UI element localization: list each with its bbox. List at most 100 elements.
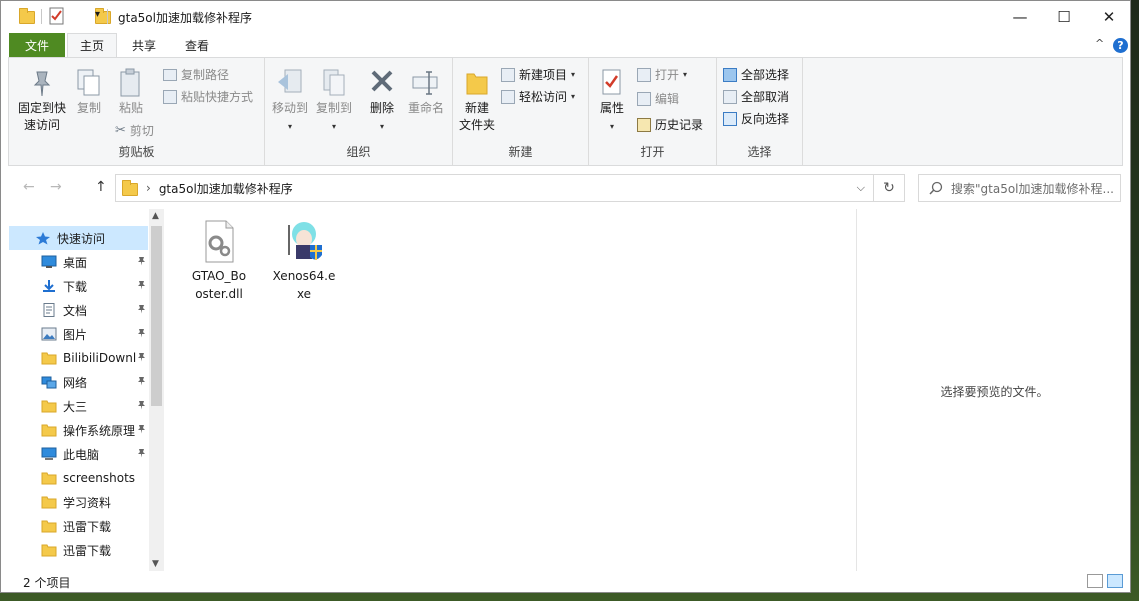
nav-item[interactable]: 学习资料 (9, 490, 148, 514)
select-none-button[interactable]: 全部取消 (723, 88, 789, 105)
collapse-ribbon-icon[interactable]: ^ (1095, 37, 1104, 50)
history-icon (637, 117, 651, 132)
pin-icon[interactable] (137, 352, 146, 365)
pin-icon[interactable] (137, 424, 146, 437)
nav-item[interactable]: 大三 (9, 394, 148, 418)
search-box[interactable]: 搜索"gta5ol加速加载修补程... (918, 174, 1121, 202)
delete-label: 删除 (369, 101, 394, 115)
edit-button[interactable]: 编辑 (637, 90, 679, 107)
nav-item[interactable]: 桌面 (9, 250, 148, 274)
path-separator: › (146, 181, 151, 195)
pin-to-quick-access-button[interactable]: 固定到快 速访问 (13, 68, 71, 134)
nav-item[interactable]: 迅雷下载 (9, 538, 148, 562)
nav-item[interactable]: 网络 (9, 370, 148, 394)
address-path[interactable]: gta5ol加速加载修补程序 (159, 180, 293, 197)
folder-icon (41, 519, 57, 533)
search-icon (929, 181, 943, 195)
nav-item-quick-access[interactable]: 快速访问 (9, 226, 148, 250)
search-placeholder[interactable]: 搜索"gta5ol加速加载修补程... (951, 180, 1114, 197)
address-bar[interactable]: › gta5ol加速加载修补程序 ⌵ (115, 174, 874, 202)
nav-item-label: 下载 (63, 279, 88, 294)
tab-share[interactable]: 共享 (120, 33, 168, 57)
nav-item[interactable]: 迅雷下载 (9, 514, 148, 538)
navigation-pane: 快速访问桌面下载文档 图片 BilibiliDownl 网络大三操作系统原理 此电脑 sc… (1, 209, 165, 571)
pin-icon[interactable] (137, 304, 146, 317)
scroll-down-icon[interactable]: ▼ (152, 559, 159, 569)
new-folder-button[interactable]: 新建 文件夹 (455, 68, 499, 134)
file-name-line2: oster.dll (195, 287, 243, 301)
open-icon (637, 67, 651, 82)
folder-icon (122, 180, 138, 196)
refresh-button[interactable]: ↻ (874, 174, 905, 202)
copy-path-button[interactable]: 复制路径 (163, 66, 229, 83)
rename-icon (412, 71, 438, 95)
tab-file[interactable]: 文件 (9, 33, 65, 57)
nav-item[interactable]: screenshots (9, 466, 148, 490)
cut-button[interactable]: ✂ 剪切 (115, 122, 154, 139)
file-item-dll[interactable]: GTAO_Bo oster.dll (182, 219, 256, 303)
large-icons-view-button[interactable] (1107, 574, 1123, 588)
invert-selection-label: 反向选择 (741, 112, 790, 126)
properties-quick-icon[interactable] (49, 7, 65, 28)
address-dropdown-icon[interactable]: ⌵ (857, 181, 865, 195)
pin-icon[interactable] (137, 256, 146, 269)
open-button[interactable]: 打开 ▾ (637, 66, 687, 83)
copy-to-button[interactable]: 复制到 ▾ (313, 68, 355, 135)
nav-item-label: 桌面 (63, 255, 88, 270)
nav-item[interactable]: 此电脑 (9, 442, 148, 466)
pin-icon[interactable] (137, 400, 146, 413)
scrollbar-thumb[interactable] (151, 226, 162, 406)
minimize-button[interactable]: — (997, 1, 1043, 32)
new-item-button[interactable]: 新建项目 ▾ (501, 66, 575, 83)
rename-button[interactable]: 重命名 (403, 68, 449, 117)
nav-item[interactable]: 文档 (9, 298, 148, 322)
delete-button[interactable]: 删除 ▾ (365, 68, 399, 135)
forward-button[interactable]: → (50, 179, 62, 195)
pin-icon[interactable] (137, 376, 146, 389)
nav-item[interactable]: 操作系统原理 (9, 418, 148, 442)
tab-view[interactable]: 查看 (173, 33, 221, 57)
new-folder-label-line1: 新建 (464, 101, 489, 115)
easy-access-label: 轻松访问 (519, 90, 568, 104)
maximize-button[interactable]: ☐ (1041, 1, 1087, 32)
paste-shortcut-button[interactable]: 粘贴快捷方式 (163, 88, 253, 105)
select-all-button[interactable]: 全部选择 (723, 66, 789, 83)
pin-icon[interactable] (137, 280, 146, 293)
scroll-up-icon[interactable]: ▲ (152, 211, 159, 221)
organize-group: 移动到 ▾ 复制到 ▾ 删除 ▾ 重命名 组织 (265, 58, 453, 165)
file-item-exe[interactable]: Xenos64.e xe (267, 219, 341, 303)
copy-button[interactable]: 复制 (71, 68, 107, 117)
tab-home[interactable]: 主页 (67, 33, 117, 57)
history-button[interactable]: 历史记录 (637, 116, 703, 133)
new-folder-label-line2: 文件夹 (458, 118, 495, 132)
file-name-line1: GTAO_Bo (191, 269, 247, 283)
close-button[interactable]: ✕ (1086, 1, 1130, 32)
pin-icon[interactable] (137, 328, 146, 341)
nav-item[interactable]: 图片 (9, 322, 148, 346)
customize-quick-access-icon[interactable]: ▾ (95, 9, 100, 20)
folder-icon (41, 423, 57, 437)
pin-icon[interactable] (137, 448, 146, 461)
folder-icon (41, 495, 57, 509)
help-icon[interactable]: ? (1113, 38, 1128, 53)
properties-button[interactable]: 属性 ▾ (591, 68, 633, 135)
chevron-down-icon: ▾ (683, 70, 688, 79)
nav-scrollbar[interactable]: ▲ ▼ (149, 209, 164, 571)
preview-pane: 选择要预览的文件。 (856, 209, 1130, 571)
invert-selection-button[interactable]: 反向选择 (723, 110, 789, 127)
up-button[interactable]: ↑ (95, 179, 107, 195)
move-to-button[interactable]: 移动到 ▾ (269, 68, 311, 135)
nav-item[interactable]: BilibiliDownl (9, 346, 148, 370)
chevron-down-icon: ▾ (609, 122, 614, 131)
back-button[interactable]: ← (23, 179, 35, 195)
easy-access-button[interactable]: 轻松访问 ▾ (501, 88, 575, 105)
clipboard-group-label: 剪贴板 (118, 145, 155, 159)
paste-button[interactable]: 粘贴 (111, 68, 151, 117)
address-row: ← → ↑ › gta5ol加速加载修补程序 ⌵ ↻ 搜索"gta5ol加速加载… (1, 171, 1130, 205)
nav-item[interactable]: 下载 (9, 274, 148, 298)
details-view-button[interactable] (1087, 574, 1103, 588)
history-label: 历史记录 (655, 118, 704, 132)
move-to-icon (278, 69, 302, 93)
nav-item-label: 大三 (63, 399, 88, 414)
computer-icon (41, 447, 57, 461)
